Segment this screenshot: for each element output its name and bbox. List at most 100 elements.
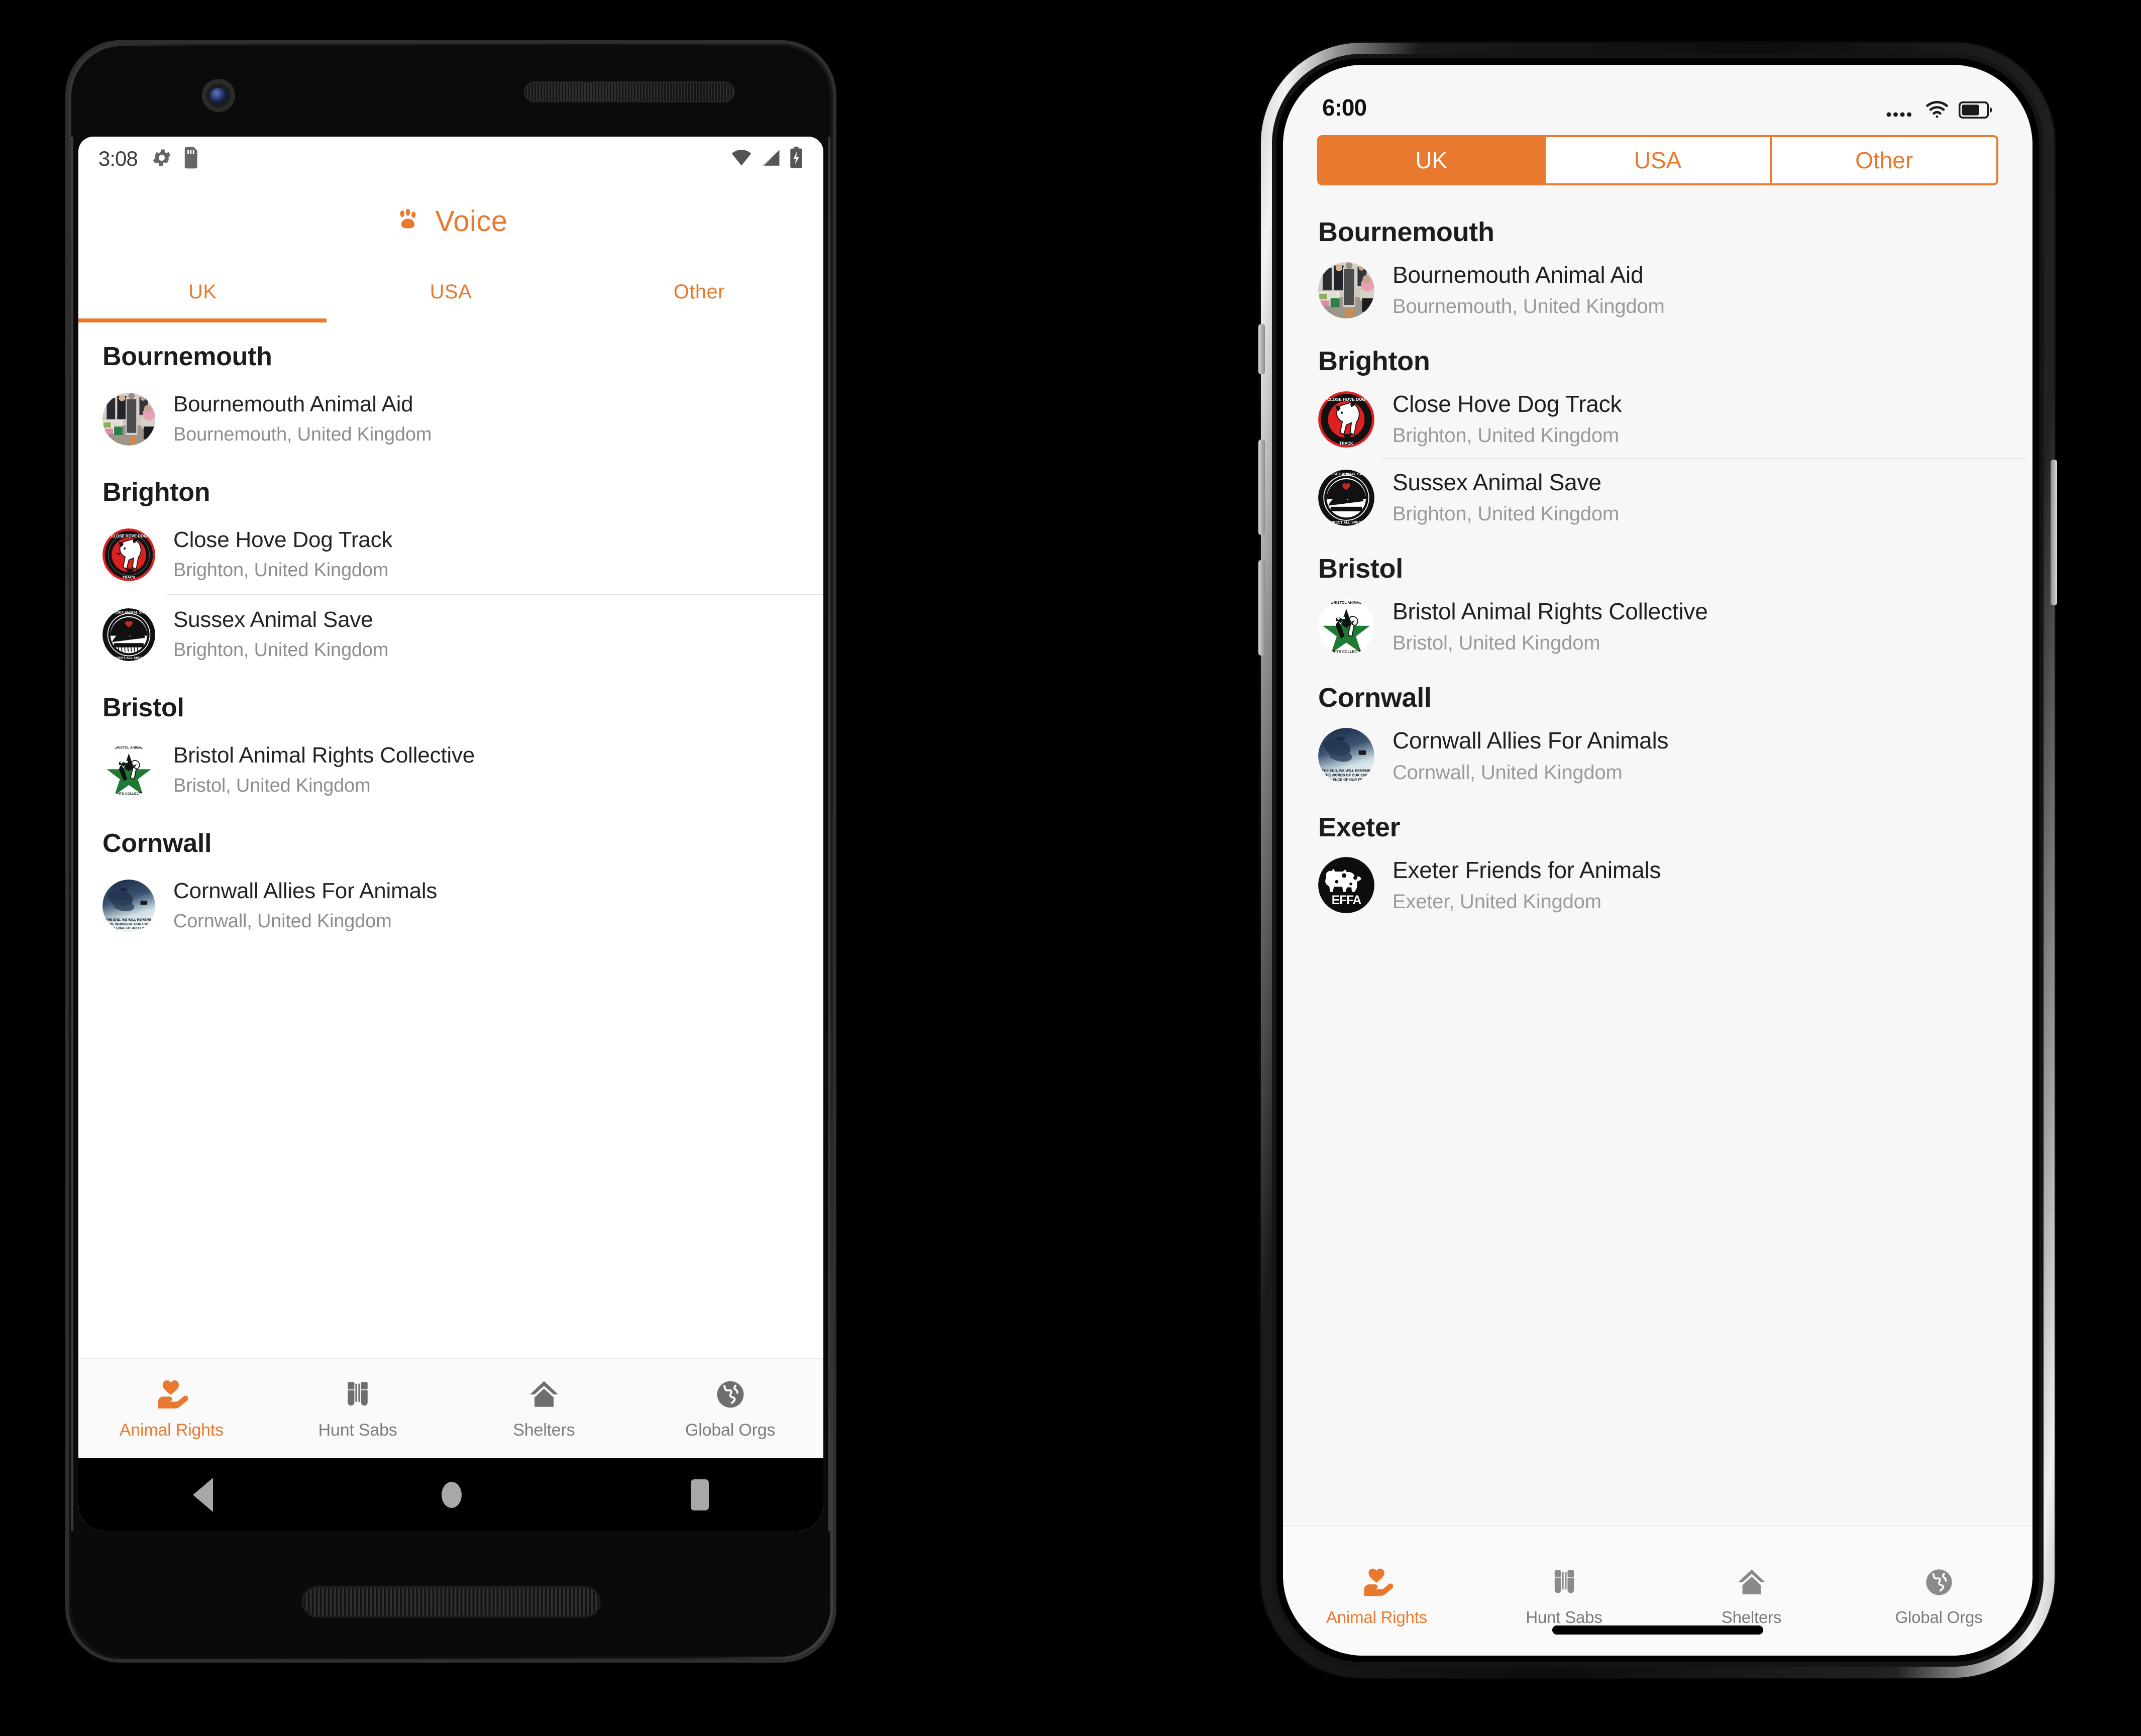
- list-item[interactable]: SUSSEX ANIMAL SAVE RESPECT ALL SPECIES S…: [1283, 459, 2032, 536]
- list-item-title: Sussex Animal Save: [1393, 469, 1601, 496]
- android-system-nav-bar: [78, 1458, 823, 1531]
- tab-label: Hunt Sabs: [1526, 1608, 1602, 1626]
- house-icon: [527, 1378, 561, 1414]
- tab-item-global-orgs[interactable]: Global Orgs: [1845, 1538, 2032, 1656]
- tab-usa[interactable]: USA: [327, 261, 575, 322]
- app-title: Voice: [435, 204, 508, 238]
- cellular-dots-icon: [1886, 107, 1916, 121]
- segment-usa[interactable]: USA: [1543, 137, 1770, 183]
- gear-icon: [151, 147, 173, 171]
- list-item-title: Bristol Animal Rights Collective: [173, 743, 475, 768]
- list-item-title: Bristol Animal Rights Collective: [1393, 598, 1708, 625]
- effa-cows-logo-avatar: EFFA: [1318, 857, 1374, 914]
- volume-up-button[interactable]: [1258, 440, 1265, 535]
- iphone-screen: 6:00 UK USA Other Bournemouth Bournemout…: [1283, 65, 2032, 1656]
- svg-text:CLOSE HOVE DOG: CLOSE HOVE DOG: [111, 533, 147, 538]
- ios-segmented-control-wrapper: UK USA Other: [1283, 135, 2032, 199]
- list-item-title: Bournemouth Animal Aid: [173, 392, 413, 416]
- volume-down-button[interactable]: [1258, 560, 1265, 656]
- ios-tab-bar: Animal Rights Hunt Sabs Shelters Global …: [1283, 1525, 2032, 1656]
- list-item-title: Close Hove Dog Track: [1393, 391, 1622, 417]
- list-item[interactable]: IN THE END, WE WILL REMEMBER NOT THE WOR…: [78, 866, 823, 945]
- back-button[interactable]: [192, 1477, 213, 1512]
- bristol-animal-rights-collective-logo-avatar: BRISTOL ANIMAL RIGHTS COLLECTIVE: [102, 743, 155, 797]
- list-item[interactable]: IN THE END, WE WILL REMEMBER NOT THE WOR…: [1283, 717, 2032, 794]
- list-item-subtitle: Brighton, United Kingdom: [1393, 424, 1620, 447]
- svg-text:BRISTOL ANIMAL: BRISTOL ANIMAL: [1331, 601, 1362, 605]
- group-header-exeter: Exeter: [1318, 812, 1401, 842]
- svg-text:TRACK: TRACK: [1339, 441, 1353, 446]
- group-header-bournemouth: Bournemouth: [1318, 217, 1494, 247]
- list-item[interactable]: Bournemouth Animal Aid Bournemouth, Unit…: [1283, 252, 2032, 329]
- nav-label: Shelters: [513, 1420, 575, 1440]
- segment-uk[interactable]: UK: [1319, 137, 1544, 183]
- silent-switch[interactable]: [1258, 324, 1265, 374]
- home-indicator[interactable]: [1552, 1625, 1763, 1635]
- country-segmented-control[interactable]: UK USA Other: [1317, 135, 1998, 185]
- list-item[interactable]: Bournemouth Animal Aid Bournemouth, Unit…: [78, 380, 823, 458]
- iphone-body: 6:00 UK USA Other Bournemouth Bournemout…: [1272, 54, 2044, 1667]
- tab-label: Shelters: [1721, 1608, 1782, 1626]
- tab-other[interactable]: Other: [575, 261, 823, 322]
- svg-text:SUSSEX ANIMAL SAVE: SUSSEX ANIMAL SAVE: [1326, 472, 1367, 476]
- list-item-subtitle: Cornwall, United Kingdom: [173, 910, 392, 932]
- svg-text:IN THE END, WE WILL REMEMBER: IN THE END, WE WILL REMEMBER: [102, 918, 155, 922]
- android-organisation-list[interactable]: Bournemouth Bournemouth Animal Aid Bourn…: [78, 322, 823, 1358]
- recents-button[interactable]: [691, 1479, 709, 1510]
- list-item[interactable]: CLOSE HOVE DOG TRACK Close Hove Dog Trac…: [78, 515, 823, 594]
- svg-text:EFFA: EFFA: [1332, 894, 1362, 907]
- front-camera: [202, 79, 235, 112]
- list-item[interactable]: CLOSE HOVE DOG TRACK Close Hove Dog Trac…: [1283, 381, 2032, 458]
- svg-text:THE SILENCE OF OUR FRIENDS: THE SILENCE OF OUR FRIENDS: [1319, 778, 1373, 782]
- home-button[interactable]: [442, 1481, 462, 1508]
- list-item[interactable]: BRISTOL ANIMAL RIGHTS COLLECTIVE Bristol…: [1283, 588, 2032, 665]
- tab-active-indicator: [78, 318, 327, 322]
- nav-item-shelters[interactable]: Shelters: [451, 1359, 637, 1458]
- android-phone-frame: 3:08 Voice UK USA Other Bournemouth Bour…: [65, 40, 836, 1663]
- tab-item-animal-rights[interactable]: Animal Rights: [1283, 1538, 1470, 1656]
- nav-item-hunt-sabs[interactable]: Hunt Sabs: [265, 1359, 451, 1458]
- iphone-frame: 6:00 UK USA Other Bournemouth Bournemout…: [1258, 43, 2057, 1678]
- heart-in-hand-icon: [1361, 1566, 1394, 1601]
- group-header-bristol: Bristol: [1318, 554, 1403, 584]
- nav-item-animal-rights[interactable]: Animal Rights: [78, 1359, 265, 1458]
- close-hove-dog-track-logo-avatar: CLOSE HOVE DOG TRACK: [102, 528, 155, 581]
- segment-other[interactable]: Other: [1770, 137, 1996, 183]
- nav-label: Hunt Sabs: [318, 1420, 397, 1440]
- android-app-bar: Voice: [78, 181, 823, 261]
- status-bar-clock: 6:00: [1322, 94, 1367, 121]
- battery-charging-icon: [789, 146, 803, 171]
- svg-text:RESPECT ALL SPECIES: RESPECT ALL SPECIES: [1326, 520, 1367, 524]
- svg-text:CLOSE HOVE DOG: CLOSE HOVE DOG: [1327, 397, 1365, 402]
- android-phone-body: 3:08 Voice UK USA Other Bournemouth Bour…: [71, 46, 830, 1657]
- power-button[interactable]: [2051, 460, 2057, 605]
- list-item-subtitle: Bournemouth, United Kingdom: [1393, 295, 1665, 318]
- tab-uk[interactable]: UK: [78, 261, 327, 322]
- ios-organisation-list[interactable]: Bournemouth Bournemouth Animal Aid Bourn…: [1283, 199, 2032, 1525]
- tab-label: Global Orgs: [1895, 1608, 1983, 1626]
- list-item-subtitle: Bristol, United Kingdom: [173, 775, 371, 796]
- cornwall-dolphin-photo-avatar: IN THE END, WE WILL REMEMBER NOT THE WOR…: [1318, 727, 1374, 784]
- list-item-subtitle: Brighton, United Kingdom: [173, 559, 389, 581]
- wifi-icon: [1925, 99, 1949, 121]
- svg-text:TRACK: TRACK: [123, 575, 136, 579]
- heart-in-hand-icon: [155, 1378, 189, 1414]
- svg-text:RESPECT ALL SPECIES: RESPECT ALL SPECIES: [110, 656, 149, 660]
- nav-label: Global Orgs: [685, 1420, 776, 1440]
- list-item[interactable]: SUSSEX ANIMAL SAVE RESPECT ALL SPECIES S…: [78, 595, 823, 674]
- svg-text:RIGHTS COLLECTIVE: RIGHTS COLLECTIVE: [112, 792, 147, 796]
- globe-icon: [1923, 1566, 1955, 1601]
- globe-icon: [714, 1378, 747, 1414]
- list-item[interactable]: EFFA Exeter Friends for Animals Exeter, …: [1283, 847, 2032, 924]
- tab-item-hunt-sabs[interactable]: Hunt Sabs: [1470, 1538, 1658, 1656]
- android-screen: 3:08 Voice UK USA Other Bournemouth Bour…: [78, 137, 823, 1531]
- nav-item-global-orgs[interactable]: Global Orgs: [637, 1359, 823, 1458]
- list-item[interactable]: BRISTOL ANIMAL RIGHTS COLLECTIVE Bristol…: [78, 731, 823, 809]
- group-header-bristol: Bristol: [102, 693, 184, 723]
- android-status-bar: 3:08: [78, 137, 823, 181]
- battery-icon: [1958, 101, 1993, 121]
- list-item-subtitle: Exeter, United Kingdom: [1393, 890, 1601, 913]
- tab-item-shelters[interactable]: Shelters: [1658, 1538, 1845, 1656]
- dual-device-mockup: 3:08 Voice UK USA Other Bournemouth Bour…: [0, 0, 2141, 1736]
- list-item-title: Cornwall Allies For Animals: [1393, 727, 1669, 754]
